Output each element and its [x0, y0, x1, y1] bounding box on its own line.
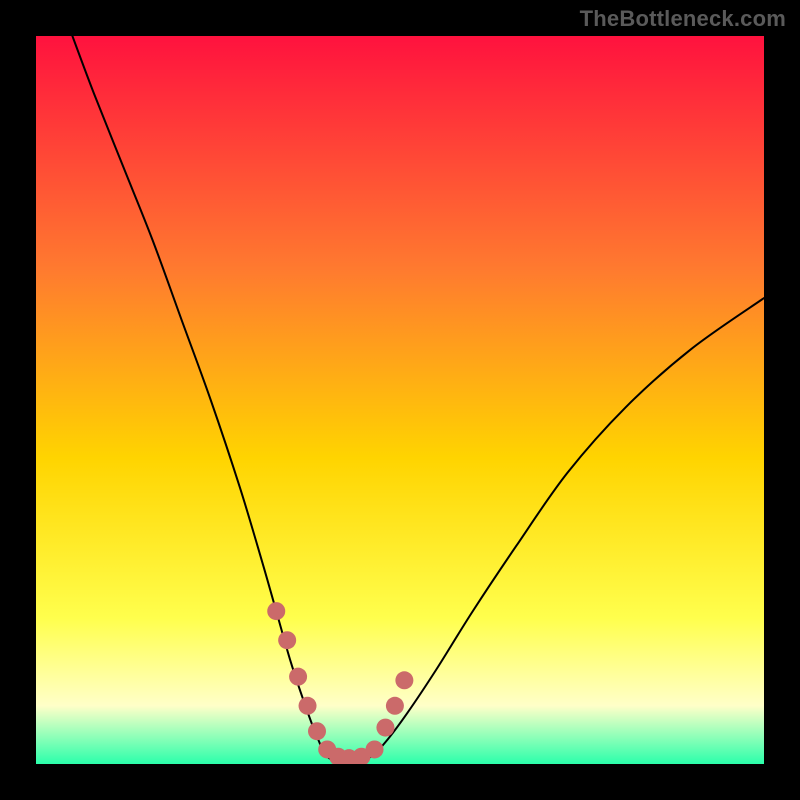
marker-dot: [386, 697, 404, 715]
gradient-background: [36, 36, 764, 764]
chart-frame: TheBottleneck.com: [0, 0, 800, 800]
watermark-text: TheBottleneck.com: [580, 6, 786, 32]
plot-area: [36, 36, 764, 764]
marker-dot: [289, 668, 307, 686]
marker-dot: [395, 671, 413, 689]
plot-svg: [36, 36, 764, 764]
marker-dot: [299, 697, 317, 715]
marker-dot: [278, 631, 296, 649]
marker-dot: [376, 719, 394, 737]
marker-dot: [366, 740, 384, 758]
marker-dot: [308, 722, 326, 740]
marker-dot: [267, 602, 285, 620]
